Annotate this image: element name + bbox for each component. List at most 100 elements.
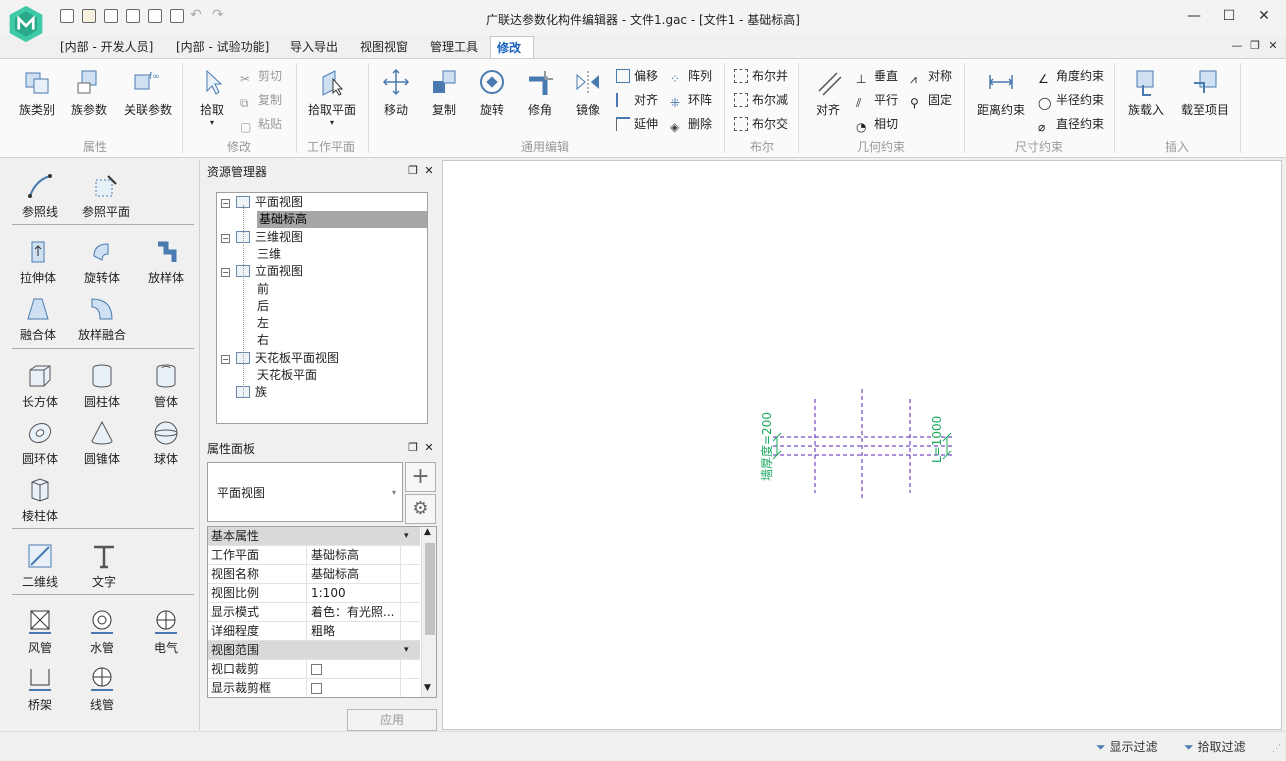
load-to-project-button[interactable]: 载至项目 — [1176, 65, 1234, 135]
tab-modify[interactable]: 修改 — [490, 36, 534, 58]
property-row[interactable]: 视口裁剪 — [208, 660, 420, 679]
tree-item[interactable]: − 平面视图 — [221, 194, 303, 211]
move-button[interactable]: 移动 — [376, 65, 416, 135]
sphere-tool[interactable]: 球体 — [136, 419, 196, 471]
collapse-icon[interactable]: − — [221, 199, 230, 208]
tree-item[interactable]: 后 — [257, 298, 269, 315]
tab-experimental[interactable]: [内部 - 试验功能] — [170, 36, 275, 58]
mirror-button[interactable]: 镜像 — [568, 65, 608, 135]
cable-tray-tool[interactable]: 桥架 — [10, 665, 70, 717]
text-tool[interactable]: 文字 — [74, 542, 134, 594]
pick-button[interactable]: 拾取 ▾ — [192, 65, 232, 135]
dim-text-left[interactable]: 墙厚度=200 — [759, 412, 774, 481]
align-small-button[interactable]: 对齐 — [616, 90, 658, 110]
pipe-tool[interactable]: 管体 — [136, 362, 196, 414]
mdi-restore-button[interactable]: ❐ — [1246, 38, 1264, 54]
extend-button[interactable]: 延伸 — [616, 114, 658, 134]
resize-grip-icon[interactable]: ⋰ — [1272, 744, 1281, 754]
tab-manage[interactable]: 管理工具 — [424, 36, 484, 58]
property-row[interactable]: 视图比例 1:100 — [208, 584, 420, 603]
sweep-tool[interactable]: 放样体 — [136, 238, 196, 290]
property-row[interactable]: 详细程度 粗略 — [208, 622, 420, 641]
family-params-button[interactable]: 族参数 — [66, 65, 112, 135]
property-row[interactable]: 显示模式 着色：有光照... — [208, 603, 420, 622]
pick-plane-button[interactable]: 拾取平面 ▾ — [302, 65, 362, 135]
resource-close-button[interactable]: ✕ — [422, 164, 436, 180]
property-value[interactable]: 着色：有光照... — [311, 603, 401, 622]
pick-filter-button[interactable]: ⏷ 拾取过滤 — [1184, 738, 1245, 755]
add-type-button[interactable]: + — [405, 462, 436, 492]
collapse-icon[interactable]: − — [221, 233, 230, 243]
collapse-icon[interactable]: − — [221, 268, 230, 278]
tree-item[interactable]: 基础标高 — [257, 211, 427, 229]
revolve-tool[interactable]: 旋转体 — [72, 238, 132, 290]
prism-tool[interactable]: 棱柱体 — [10, 476, 70, 528]
duct-tool[interactable]: 风管 — [10, 608, 70, 660]
mdi-close-button[interactable]: ✕ — [1264, 38, 1282, 54]
load-family-button[interactable]: 族载入 — [1122, 65, 1170, 135]
copy-small-button[interactable]: ⧉ 复制 — [240, 90, 282, 110]
assoc-params-button[interactable]: f∞ 关联参数 — [120, 65, 176, 135]
chevron-up-icon[interactable]: ▾ — [404, 641, 409, 660]
drawing-canvas[interactable]: 墙厚度=200 L=1000 — [442, 160, 1282, 730]
align-button[interactable]: 对齐 — [808, 65, 848, 135]
delete-button[interactable]: ◈ 删除 — [670, 114, 712, 134]
minimize-button[interactable]: — — [1180, 6, 1208, 26]
scroll-down-icon[interactable]: ▼ — [424, 683, 431, 693]
property-scrollbar[interactable]: ▲ ▼ — [421, 527, 436, 697]
property-row[interactable]: 视图名称 基础标高 — [208, 565, 420, 584]
property-float-button[interactable]: ❐ — [406, 441, 420, 457]
tangent-button[interactable]: ◔ 相切 — [856, 114, 898, 134]
tree-item[interactable]: 前 — [257, 281, 269, 298]
water-pipe-tool[interactable]: 水管 — [72, 608, 132, 660]
torus-tool[interactable]: 圆环体 — [10, 419, 70, 471]
tree-item[interactable]: 三维 — [257, 246, 281, 263]
resource-float-button[interactable]: ❐ — [406, 164, 420, 180]
paste-button[interactable]: ▢ 粘贴 — [240, 114, 282, 134]
property-group-header[interactable]: 基本属性 ▾ — [208, 527, 420, 546]
blend-tool[interactable]: 融合体 — [8, 295, 68, 347]
angle-constraint-button[interactable]: ∠ 角度约束 — [1038, 66, 1104, 86]
property-value[interactable]: 基础标高 — [311, 565, 401, 584]
swept-blend-tool[interactable]: 放样融合 — [72, 295, 132, 347]
property-value[interactable]: 1:100 — [311, 584, 401, 603]
tab-import-export[interactable]: 导入导出 — [284, 36, 344, 58]
tree-item[interactable]: − 天花板平面视图 — [221, 350, 339, 367]
boolean-subtract-button[interactable]: 布尔减 — [734, 90, 788, 110]
collapse-icon[interactable]: − — [221, 354, 230, 364]
property-checkbox[interactable] — [311, 683, 322, 694]
tree-item[interactable]: 右 — [257, 332, 269, 349]
type-settings-button[interactable]: ⚙ — [405, 494, 436, 524]
copy-button[interactable]: 复制 — [424, 65, 464, 135]
parallel-button[interactable]: ⫽ 平行 — [856, 90, 898, 110]
tree-item[interactable]: 天花板平面 — [257, 367, 317, 384]
cylinder-tool[interactable]: 圆柱体 — [72, 362, 132, 414]
radius-constraint-button[interactable]: ◯ 半径约束 — [1038, 90, 1104, 110]
tab-dev[interactable]: [内部 - 开发人员] — [54, 36, 159, 58]
rotate-button[interactable]: 旋转 — [472, 65, 512, 135]
property-group-header[interactable]: 视图范围 ▾ — [208, 641, 420, 660]
property-row[interactable]: 显示裁剪框 — [208, 679, 420, 697]
dim-text-right[interactable]: L=1000 — [930, 416, 944, 463]
plan-drawing[interactable]: 墙厚度=200 L=1000 — [743, 381, 983, 511]
conduit-tool[interactable]: 线管 — [72, 665, 132, 717]
fixed-button[interactable]: ⚲ 固定 — [910, 90, 952, 110]
reference-line-tool[interactable]: 参照线 — [10, 172, 70, 224]
tree-item[interactable]: − 三维视图 — [221, 229, 303, 246]
tab-view[interactable]: 视图视窗 — [354, 36, 414, 58]
property-value[interactable]: 粗略 — [311, 622, 401, 641]
property-value[interactable]: 基础标高 — [311, 546, 401, 565]
scroll-thumb[interactable] — [425, 543, 435, 635]
diameter-constraint-button[interactable]: ⌀ 直径约束 — [1038, 114, 1104, 134]
maximize-button[interactable]: ☐ — [1215, 6, 1243, 26]
tree-item[interactable]: 左 — [257, 315, 269, 332]
scroll-up-icon[interactable]: ▲ — [424, 527, 431, 537]
boolean-intersect-button[interactable]: 布尔交 — [734, 114, 788, 134]
symmetric-button[interactable]: ⩘ 对称 — [910, 66, 952, 86]
distance-constraint-button[interactable]: 距离约束 — [972, 65, 1030, 135]
ring-array-button[interactable]: ⁜ 环阵 — [670, 90, 712, 110]
tree-item[interactable]: − 立面视图 — [221, 263, 303, 280]
electrical-tool[interactable]: 电气 — [136, 608, 196, 660]
extrude-tool[interactable]: 拉伸体 — [8, 238, 68, 290]
offset-button[interactable]: 偏移 — [616, 66, 658, 86]
